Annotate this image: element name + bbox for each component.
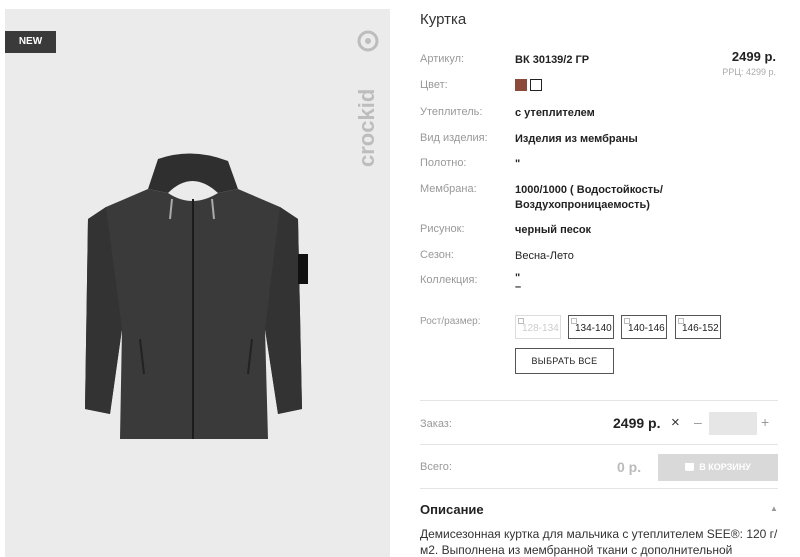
spec-label: Утеплитель: <box>420 106 483 118</box>
product-price: 2499 р. <box>731 49 776 64</box>
spec-label: Артикул: <box>420 53 465 65</box>
spec-label: Мембрана: <box>420 183 477 195</box>
total-value: 0 р. <box>617 459 642 475</box>
spec-value: 1000/1000 ( Водостойкость/ Воздухопрониц… <box>515 184 663 211</box>
size-option[interactable]: 140-146 <box>621 315 667 339</box>
quantity-input[interactable] <box>709 412 757 435</box>
spec-label: Коллекция: <box>420 274 478 286</box>
product-title: Куртка <box>420 11 467 28</box>
qty-increment-button[interactable]: + <box>761 414 769 430</box>
size-icon <box>571 318 577 324</box>
cart-icon <box>685 463 695 471</box>
spec-label: Сезон: <box>420 249 454 261</box>
description-text: Демисезонная куртка для мальчика с утепл… <box>420 527 778 557</box>
color-swatch-brown[interactable] <box>515 79 527 91</box>
size-icon <box>518 318 524 324</box>
spec-value: Изделия из мембраны <box>515 133 638 145</box>
rrc-price: РРЦ: 4299 р. <box>722 67 776 77</box>
total-label: Всего: <box>420 461 452 473</box>
size-icon <box>678 318 684 324</box>
product-photo[interactable]: NEW crockid <box>5 9 390 557</box>
divider <box>420 400 778 401</box>
spec-label: Цвет: <box>420 79 448 91</box>
size-option[interactable]: 134-140 <box>568 315 614 339</box>
cart-button-label: В КОРЗИНУ <box>699 462 751 472</box>
color-swatch-black[interactable] <box>530 79 542 91</box>
spec-value: " – <box>515 272 522 293</box>
divider <box>420 488 778 489</box>
new-badge: NEW <box>5 31 56 53</box>
spec-value: ВК 30139/2 ГР <box>515 54 590 66</box>
spec-value: " <box>515 158 521 170</box>
jacket-image <box>85 153 308 439</box>
brand-logo: crockid <box>356 30 379 167</box>
spec-label: Рисунок: <box>420 223 465 235</box>
select-all-button[interactable]: ВЫБРАТЬ ВСЕ <box>515 348 614 374</box>
add-to-cart-button[interactable]: В КОРЗИНУ <box>658 454 778 481</box>
description-title[interactable]: Описание <box>420 502 484 517</box>
order-price: 2499 р. <box>613 415 661 431</box>
spec-value: Весна-Лето <box>515 250 574 262</box>
spec-value: черный песок <box>515 224 592 236</box>
spec-label: Полотно: <box>420 157 467 169</box>
spec-value: с утеплителем <box>515 107 595 119</box>
svg-text:crockid: crockid <box>356 89 379 167</box>
size-option[interactable]: 146-152 <box>675 315 721 339</box>
times-icon: × <box>671 414 680 431</box>
spec-label: Рост/размер: <box>420 316 481 327</box>
size-icon <box>624 318 630 324</box>
divider <box>420 444 778 445</box>
collapse-arrow-icon[interactable]: ▲ <box>770 504 778 513</box>
color-swatches <box>515 79 705 93</box>
spec-label: Вид изделия: <box>420 132 488 144</box>
order-label: Заказ: <box>420 418 452 430</box>
size-option-disabled: 128-134 <box>515 315 561 339</box>
qty-decrement-button[interactable]: – <box>694 414 702 430</box>
